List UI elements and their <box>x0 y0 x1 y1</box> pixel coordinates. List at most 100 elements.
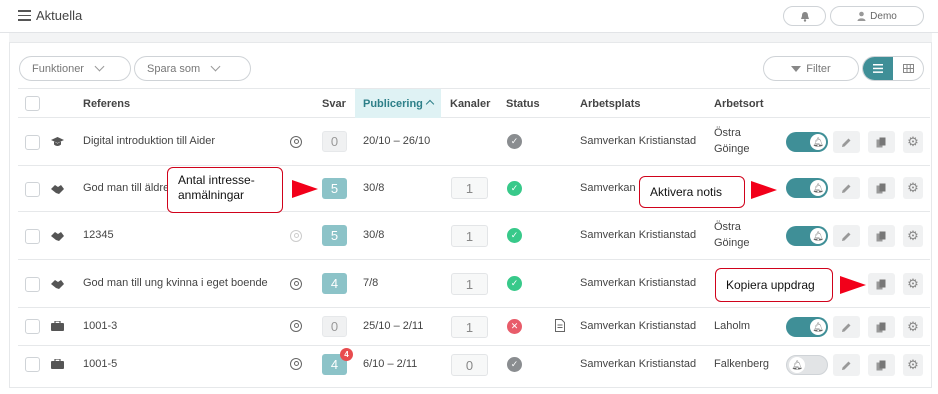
notify-toggle[interactable]: 🔔︎ <box>786 132 828 152</box>
publishing-date: 20/10 – 26/10 <box>363 135 431 147</box>
row-checkbox[interactable] <box>25 182 40 197</box>
pencil-icon <box>842 184 851 193</box>
handshake-icon <box>51 232 64 241</box>
row-checkbox[interactable] <box>25 357 40 372</box>
page-title-text: Aktuella <box>36 8 83 23</box>
edit-button[interactable] <box>833 316 860 338</box>
settings-button[interactable]: ⚙ <box>903 225 923 247</box>
publishing-date: 7/8 <box>363 277 379 289</box>
notify-toggle[interactable]: 🔔︎ <box>786 355 828 375</box>
status-check-icon: ✓ <box>507 357 522 372</box>
column-header-reference[interactable]: Referens <box>83 98 130 110</box>
reference-text[interactable]: God man till äldre <box>83 182 169 194</box>
channels-count[interactable]: 1 <box>451 177 488 199</box>
handshake-icon <box>51 280 64 289</box>
answers-count[interactable]: 5 <box>322 225 347 246</box>
copy-button[interactable] <box>868 316 895 338</box>
bell-icon: 🔔︎ <box>810 134 826 150</box>
notify-toggle[interactable]: 🔔︎ <box>786 317 828 337</box>
column-header-answers[interactable]: Svar <box>322 98 346 110</box>
copy-icon <box>876 322 886 332</box>
briefcase-icon <box>51 321 64 331</box>
callout-copy-text: Kopiera uppdrag <box>726 278 815 292</box>
reference-text[interactable]: 1001-3 <box>83 320 117 332</box>
settings-button[interactable]: ⚙ <box>903 131 923 153</box>
view-toggle <box>862 56 924 81</box>
filter-label: Filter <box>806 62 831 75</box>
settings-button[interactable]: ⚙ <box>903 177 923 199</box>
table-row[interactable]: 1001-3 0 25/10 – 2/11 1 ✕ Samverkan Kris… <box>18 308 930 346</box>
person-icon <box>290 136 302 148</box>
settings-button[interactable]: ⚙ <box>903 316 923 338</box>
row-checkbox[interactable] <box>25 319 40 334</box>
callout-interest-line1: Antal intresse- <box>178 173 255 187</box>
bell-icon <box>800 11 809 22</box>
table-row[interactable]: 1001-5 4 4 6/10 – 2/11 0 ✓ Samverkan Kri… <box>18 346 930 384</box>
channels-count[interactable]: 1 <box>451 273 488 295</box>
location-line-2: Göinge <box>714 143 750 155</box>
status-check-icon: ✓ <box>507 228 522 243</box>
gear-icon: ⚙ <box>907 180 919 195</box>
column-header-publishing[interactable]: Publicering <box>355 89 441 118</box>
list-view-button[interactable] <box>863 57 893 80</box>
person-icon <box>290 320 302 332</box>
notify-toggle[interactable]: 🔔︎ <box>786 226 828 246</box>
channels-count[interactable]: 1 <box>451 225 488 247</box>
callout-copy-assignment: Kopiera uppdrag <box>715 268 833 302</box>
channels-count[interactable]: 1 <box>451 316 488 338</box>
copy-button[interactable] <box>868 225 895 247</box>
location-line-1: Falkenberg <box>714 358 770 370</box>
copy-button[interactable] <box>868 131 895 153</box>
status-error-icon: ✕ <box>507 319 522 334</box>
reference-text[interactable]: Digital introduktion till Aider <box>83 135 215 147</box>
edit-button[interactable] <box>833 131 860 153</box>
settings-button[interactable]: ⚙ <box>903 273 923 295</box>
answers-count[interactable]: 5 <box>322 178 347 199</box>
grid-view-button[interactable] <box>893 57 923 80</box>
publishing-date: 30/8 <box>363 229 385 241</box>
filter-button[interactable]: Filter <box>763 56 859 81</box>
save-as-dropdown[interactable]: Spara som <box>134 56 251 81</box>
chevron-down-icon <box>210 61 221 72</box>
functions-dropdown[interactable]: Funktioner <box>19 56 131 81</box>
row-checkbox[interactable] <box>25 277 40 292</box>
reference-text[interactable]: 1001-5 <box>83 358 117 370</box>
reference-text[interactable]: 12345 <box>83 229 114 241</box>
settings-button[interactable]: ⚙ <box>903 354 923 376</box>
answers-count[interactable]: 4 <box>322 273 347 294</box>
table-row[interactable]: 12345 5 30/8 1 ✓ Samverkan Kristianstad … <box>18 212 930 260</box>
document-icon[interactable] <box>555 319 565 332</box>
notify-toggle[interactable]: 🔔︎ <box>786 178 828 198</box>
reference-text[interactable]: God man till ung kvinna i eget boende <box>83 277 268 289</box>
publishing-date: 6/10 – 2/11 <box>363 358 418 370</box>
column-header-workplace[interactable]: Arbetsplats <box>580 98 641 110</box>
copy-button[interactable] <box>868 177 895 199</box>
row-checkbox[interactable] <box>25 135 40 150</box>
edit-button[interactable] <box>833 177 860 199</box>
column-header-channels[interactable]: Kanaler <box>450 98 490 110</box>
callout-interest-count: Antal intresse- anmälningar <box>167 167 283 213</box>
filter-icon <box>791 65 802 72</box>
row-checkbox[interactable] <box>25 229 40 244</box>
workplace-text: Samverkan Kristianstad <box>580 229 697 241</box>
edit-button[interactable] <box>833 225 860 247</box>
column-header-status[interactable]: Status <box>506 98 540 110</box>
person-icon <box>290 230 302 242</box>
notifications-button[interactable] <box>783 6 826 26</box>
edit-button[interactable] <box>833 354 860 376</box>
list-view-icon <box>873 64 883 73</box>
copy-button[interactable] <box>868 354 895 376</box>
select-all-checkbox[interactable] <box>25 96 40 111</box>
user-menu-button[interactable]: Demo <box>830 6 924 26</box>
publishing-date: 25/10 – 2/11 <box>363 320 424 332</box>
table-row[interactable]: Digital introduktion till Aider 0 20/10 … <box>18 118 930 166</box>
copy-button[interactable] <box>868 273 895 295</box>
person-icon <box>290 278 302 290</box>
answers-count[interactable]: 0 <box>322 316 347 337</box>
gear-icon: ⚙ <box>907 357 919 372</box>
answers-count[interactable]: 0 <box>322 131 347 152</box>
column-header-location[interactable]: Arbetsort <box>714 98 764 110</box>
channels-count[interactable]: 0 <box>451 354 488 376</box>
save-as-label: Spara som <box>147 62 201 75</box>
table-row[interactable]: God man till äldre 5 30/8 1 ✓ Samverkan … <box>18 166 930 212</box>
